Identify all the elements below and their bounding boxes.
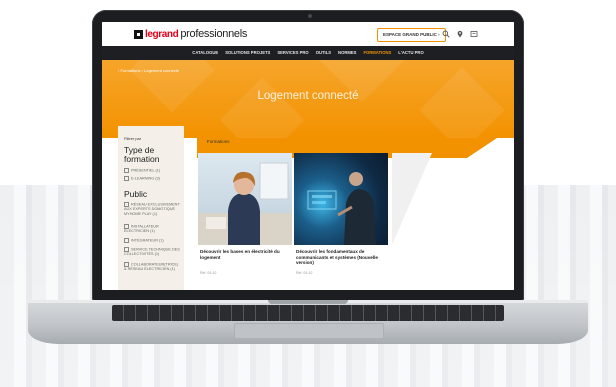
filter-option-presentiel[interactable]: PRÉSENTIEL (1) [124, 168, 180, 173]
card-title[interactable]: Découvrir les bases en électricité du lo… [200, 249, 290, 260]
location-icon[interactable] [456, 30, 464, 38]
nav-item-actu-pro[interactable]: L'ACTU PRO [398, 46, 423, 60]
legrand-logo-icon [134, 29, 143, 39]
site-header: legrand professionnels ESPACE GRAND PUBL… [102, 22, 514, 47]
search-icon[interactable] [442, 30, 450, 38]
filter-option-public[interactable]: RÉSEAU EXCLUSIVEMENT AUX EXPERTS DOMOTIQ… [124, 202, 180, 216]
laptop-hinge-notch [268, 300, 348, 304]
laptop-keyboard [112, 305, 504, 321]
nav-item-outils[interactable]: OUTILS [316, 46, 331, 60]
formation-card[interactable]: Découvrir les fondamentaux de communican… [294, 153, 388, 277]
logo-subtitle: professionnels [180, 28, 248, 40]
filter-option-public[interactable]: INSTALLATEUR ÉLECTRICIEN (1) [124, 224, 180, 234]
main-nav: CATALOGUE SOLUTIONS PROJETS SERVICES PRO… [102, 46, 514, 60]
laptop-trackpad [234, 323, 384, 339]
formations-section-label: Formations [198, 139, 230, 145]
nav-item-services-pro[interactable]: SERVICES PRO [277, 46, 308, 60]
breadcrumb[interactable]: › Formations › Logement connecté [118, 68, 179, 73]
filter-header: Filtrer par [124, 136, 142, 141]
card-title[interactable]: Découvrir les fondamentaux de communican… [296, 249, 386, 266]
cart-icon[interactable] [470, 30, 478, 38]
filter-sidebar: Filtrer par Type de formation PRÉSENTIEL… [118, 126, 184, 290]
card-image [294, 153, 388, 245]
card-meta: Réf. 09-10 [296, 271, 313, 275]
formation-card[interactable]: Découvrir les bases en électricité du lo… [198, 153, 292, 277]
filter-option-public[interactable]: INTÉGRATEUR (1) [124, 238, 180, 243]
page-title: Logement connecté [257, 90, 359, 102]
formations-label-text: Formations [207, 139, 230, 145]
formations-icon [198, 139, 205, 145]
card-meta: Réf. 09-10 [200, 271, 217, 275]
laptop-camera [308, 14, 312, 18]
laptop-screen: legrand professionnels ESPACE GRAND PUBL… [102, 22, 514, 290]
filter-option-elearning[interactable]: E-LEARNING (3) [124, 176, 180, 181]
hero-pattern [219, 77, 305, 138]
espace-grand-public-button[interactable]: ESPACE GRAND PUBLIC › [377, 28, 446, 42]
filter-option-public[interactable]: COLLABORATEUR(TRICE) & RÉSEAU ÉLECTRICIE… [124, 262, 180, 272]
card-image [198, 153, 292, 245]
filter-type-title: Type de formation [124, 145, 160, 164]
nav-item-solutions-projets[interactable]: SOLUTIONS PROJETS [225, 46, 270, 60]
filter-public-title: Public [124, 189, 148, 199]
filter-option-public[interactable]: SERVICE TECHNIQUE DES COLLECTIVITÉS (1) [124, 247, 180, 257]
nav-item-normes[interactable]: NORMES [338, 46, 356, 60]
logo-brand: legrand [145, 28, 179, 40]
hero-pattern [419, 67, 505, 138]
site-logo[interactable]: legrand professionnels [134, 28, 247, 40]
nav-item-catalogue[interactable]: CATALOGUE [192, 46, 218, 60]
nav-item-formations[interactable]: FORMATIONS [363, 46, 391, 60]
